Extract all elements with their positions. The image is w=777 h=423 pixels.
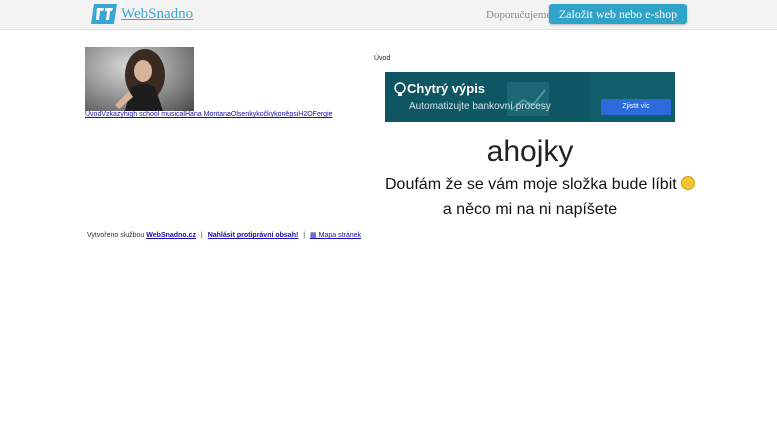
nav-link-psi[interactable]: psi — [289, 111, 298, 118]
report-content-link[interactable]: Nahlásit protiprávní obsah! — [208, 232, 299, 239]
profile-photo — [85, 47, 194, 111]
intro-line-1-text: Doufám že se vám moje složka bude líbit — [385, 176, 677, 193]
footer-separator: | — [200, 232, 203, 239]
nav-link-uvod[interactable]: Uvod — [85, 111, 101, 118]
photo-illustration — [115, 49, 165, 111]
nav-link-olsenky[interactable]: Olsenky — [231, 111, 256, 118]
nav-link-hana-montana[interactable]: Hana Montana — [185, 111, 231, 118]
smiley-icon — [680, 175, 695, 190]
sitemap-link[interactable]: ▦ Mapa stránek — [310, 232, 361, 239]
nav-link-h2o[interactable]: H2O — [298, 111, 312, 118]
ad-subtitle: Automatizujte bankovní procesy — [409, 101, 551, 112]
nav-link-kocky[interactable]: kočky — [256, 111, 274, 118]
section-title: Úvod — [374, 55, 391, 62]
ad-learn-more-button[interactable]: Zjistit víc — [601, 99, 671, 115]
intro-line-1: Doufám že se vám moje složka bude líbit — [385, 175, 695, 194]
footer-separator: | — [303, 232, 306, 239]
lightbulb-icon — [394, 82, 406, 96]
top-bar: WebSnadno Doporučujeme Založit web nebo … — [0, 0, 777, 30]
create-site-button[interactable]: Založit web nebo e-shop — [549, 4, 687, 24]
nav-link-kone[interactable]: koně — [274, 111, 289, 118]
sitemap-label: Mapa stránek — [318, 232, 362, 239]
footer: Vytvořeno službou WebSnadno.cz | Nahlási… — [87, 231, 361, 240]
nav-link-vzkazy[interactable]: Vzkazy — [101, 111, 124, 118]
ad-title: Chytrý výpis — [407, 81, 486, 96]
page-heading: ahojky — [486, 135, 574, 168]
sitemap-icon: ▦ — [310, 232, 317, 239]
recommend-link[interactable]: Doporučujeme — [486, 9, 551, 21]
intro-line-2: a něco mi na ni napíšete — [442, 201, 618, 218]
logo-text: WebSnadno — [121, 5, 194, 22]
created-by-text: Vytvořeno službou — [87, 232, 145, 239]
nav-link-high-school-musical[interactable]: high school musical — [124, 111, 185, 118]
nav-links: UvodVzkazyhigh school musicalHana Montan… — [85, 110, 333, 119]
websnadno-logo-link[interactable]: WebSnadno — [91, 4, 193, 24]
websnadno-footer-link[interactable]: WebSnadno.cz — [146, 232, 196, 239]
nav-link-fergie[interactable]: Fergie — [313, 111, 333, 118]
websnadno-logo-icon — [91, 4, 117, 24]
